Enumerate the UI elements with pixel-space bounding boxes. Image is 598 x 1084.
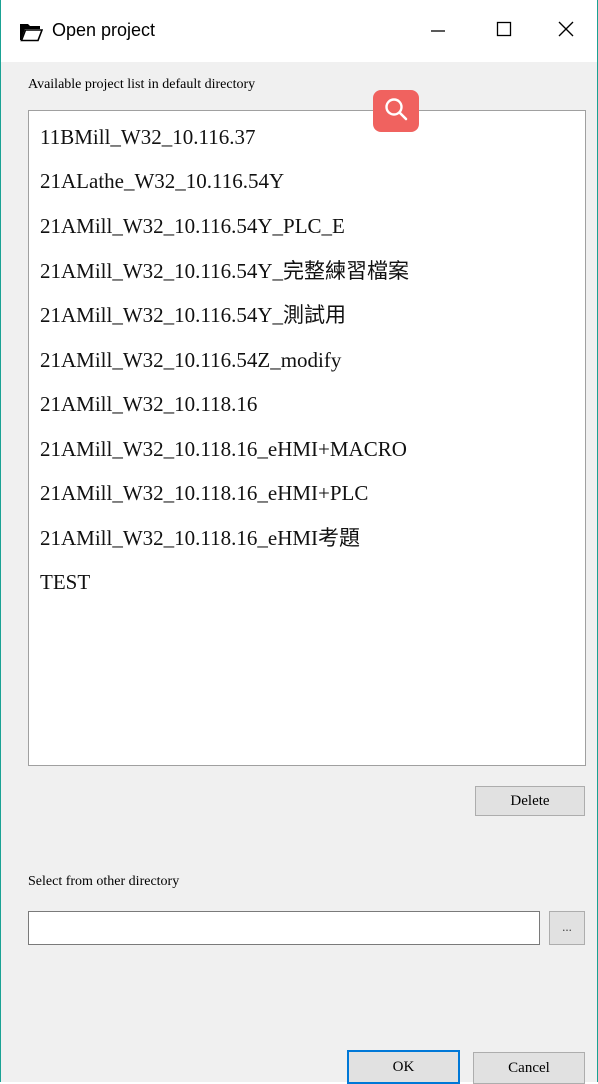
other-directory-label: Select from other directory	[28, 874, 180, 889]
minimize-icon	[430, 21, 446, 42]
maximize-icon	[496, 21, 512, 42]
close-button[interactable]	[533, 0, 598, 62]
close-icon	[558, 21, 574, 42]
browse-button[interactable]: ...	[549, 911, 585, 945]
window-title: Open project	[52, 20, 156, 40]
project-list-item[interactable]: 21AMill_W32_10.118.16_eHMI考題	[40, 523, 360, 553]
open-project-dialog: Open project Available project list in d…	[0, 0, 598, 1084]
title-bar[interactable]: Open project	[1, 0, 597, 62]
project-list-item[interactable]: 11BMill_W32_10.116.37	[40, 122, 255, 152]
project-list-item[interactable]: 21AMill_W32_10.118.16_eHMI+MACRO	[40, 434, 407, 464]
project-list-item[interactable]: 21AMill_W32_10.116.54Y_PLC_E	[40, 211, 345, 241]
search-icon	[383, 96, 409, 127]
search-overlay-button[interactable]	[373, 90, 419, 132]
project-list-item[interactable]: 21ALathe_W32_10.116.54Y	[40, 166, 284, 196]
project-list-item[interactable]: 21AMill_W32_10.116.54Y_完整練習檔案	[40, 256, 409, 286]
directory-path-input[interactable]	[28, 911, 540, 945]
project-list-item[interactable]: TEST	[40, 567, 90, 597]
delete-button[interactable]: Delete	[475, 786, 585, 816]
project-list[interactable]: 11BMill_W32_10.116.37 21ALathe_W32_10.11…	[28, 110, 586, 766]
project-list-item[interactable]: 21AMill_W32_10.118.16	[40, 389, 257, 419]
folder-icon	[19, 22, 44, 42]
maximize-button[interactable]	[471, 0, 537, 62]
ok-button[interactable]: OK	[347, 1050, 460, 1084]
cancel-button[interactable]: Cancel	[473, 1052, 585, 1084]
project-list-item[interactable]: 21AMill_W32_10.116.54Z_modify	[40, 345, 341, 375]
project-list-item[interactable]: 21AMill_W32_10.118.16_eHMI+PLC	[40, 478, 368, 508]
project-list-item[interactable]: 21AMill_W32_10.116.54Y_測試用	[40, 300, 346, 330]
available-projects-label: Available project list in default direct…	[28, 77, 256, 92]
minimize-button[interactable]	[405, 0, 471, 62]
